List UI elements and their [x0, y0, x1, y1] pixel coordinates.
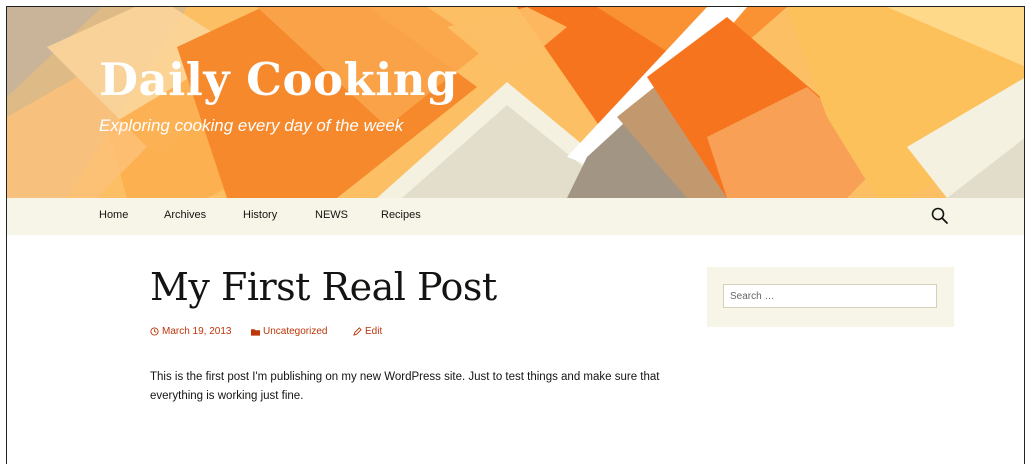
post-edit-link[interactable]: Edit	[353, 326, 382, 337]
nav-item-recipes[interactable]: Recipes	[381, 209, 421, 221]
nav-item-news[interactable]: NEWS	[315, 209, 348, 221]
site-tagline: Exploring cooking every day of the week	[99, 116, 404, 135]
search-input[interactable]	[723, 284, 937, 308]
sidebar-search-widget	[707, 267, 954, 327]
nav-item-history[interactable]: History	[243, 209, 277, 221]
nav-item-home[interactable]: Home	[99, 209, 128, 221]
folder-icon	[251, 328, 260, 336]
search-icon[interactable]	[930, 206, 950, 226]
post-date[interactable]: March 19, 2013	[150, 326, 232, 337]
post-title[interactable]: My First Real Post	[150, 265, 497, 309]
site-header: Daily Cooking Exploring cooking every da…	[7, 7, 1024, 198]
post-category[interactable]: Uncategorized	[251, 326, 327, 337]
post-category-text: Uncategorized	[263, 326, 328, 337]
post-body: This is the first post I'm publishing on…	[150, 371, 660, 402]
clock-icon	[150, 327, 159, 336]
browser-frame: Daily Cooking Exploring cooking every da…	[6, 6, 1025, 464]
site-title[interactable]: Daily Cooking	[99, 53, 458, 106]
post-edit-text: Edit	[365, 326, 383, 337]
nav-item-archives[interactable]: Archives	[164, 209, 206, 221]
main-navigation: Home Archives History NEWS Recipes	[7, 198, 1024, 235]
pencil-icon	[353, 327, 362, 336]
post-date-text: March 19, 2013	[162, 326, 232, 337]
